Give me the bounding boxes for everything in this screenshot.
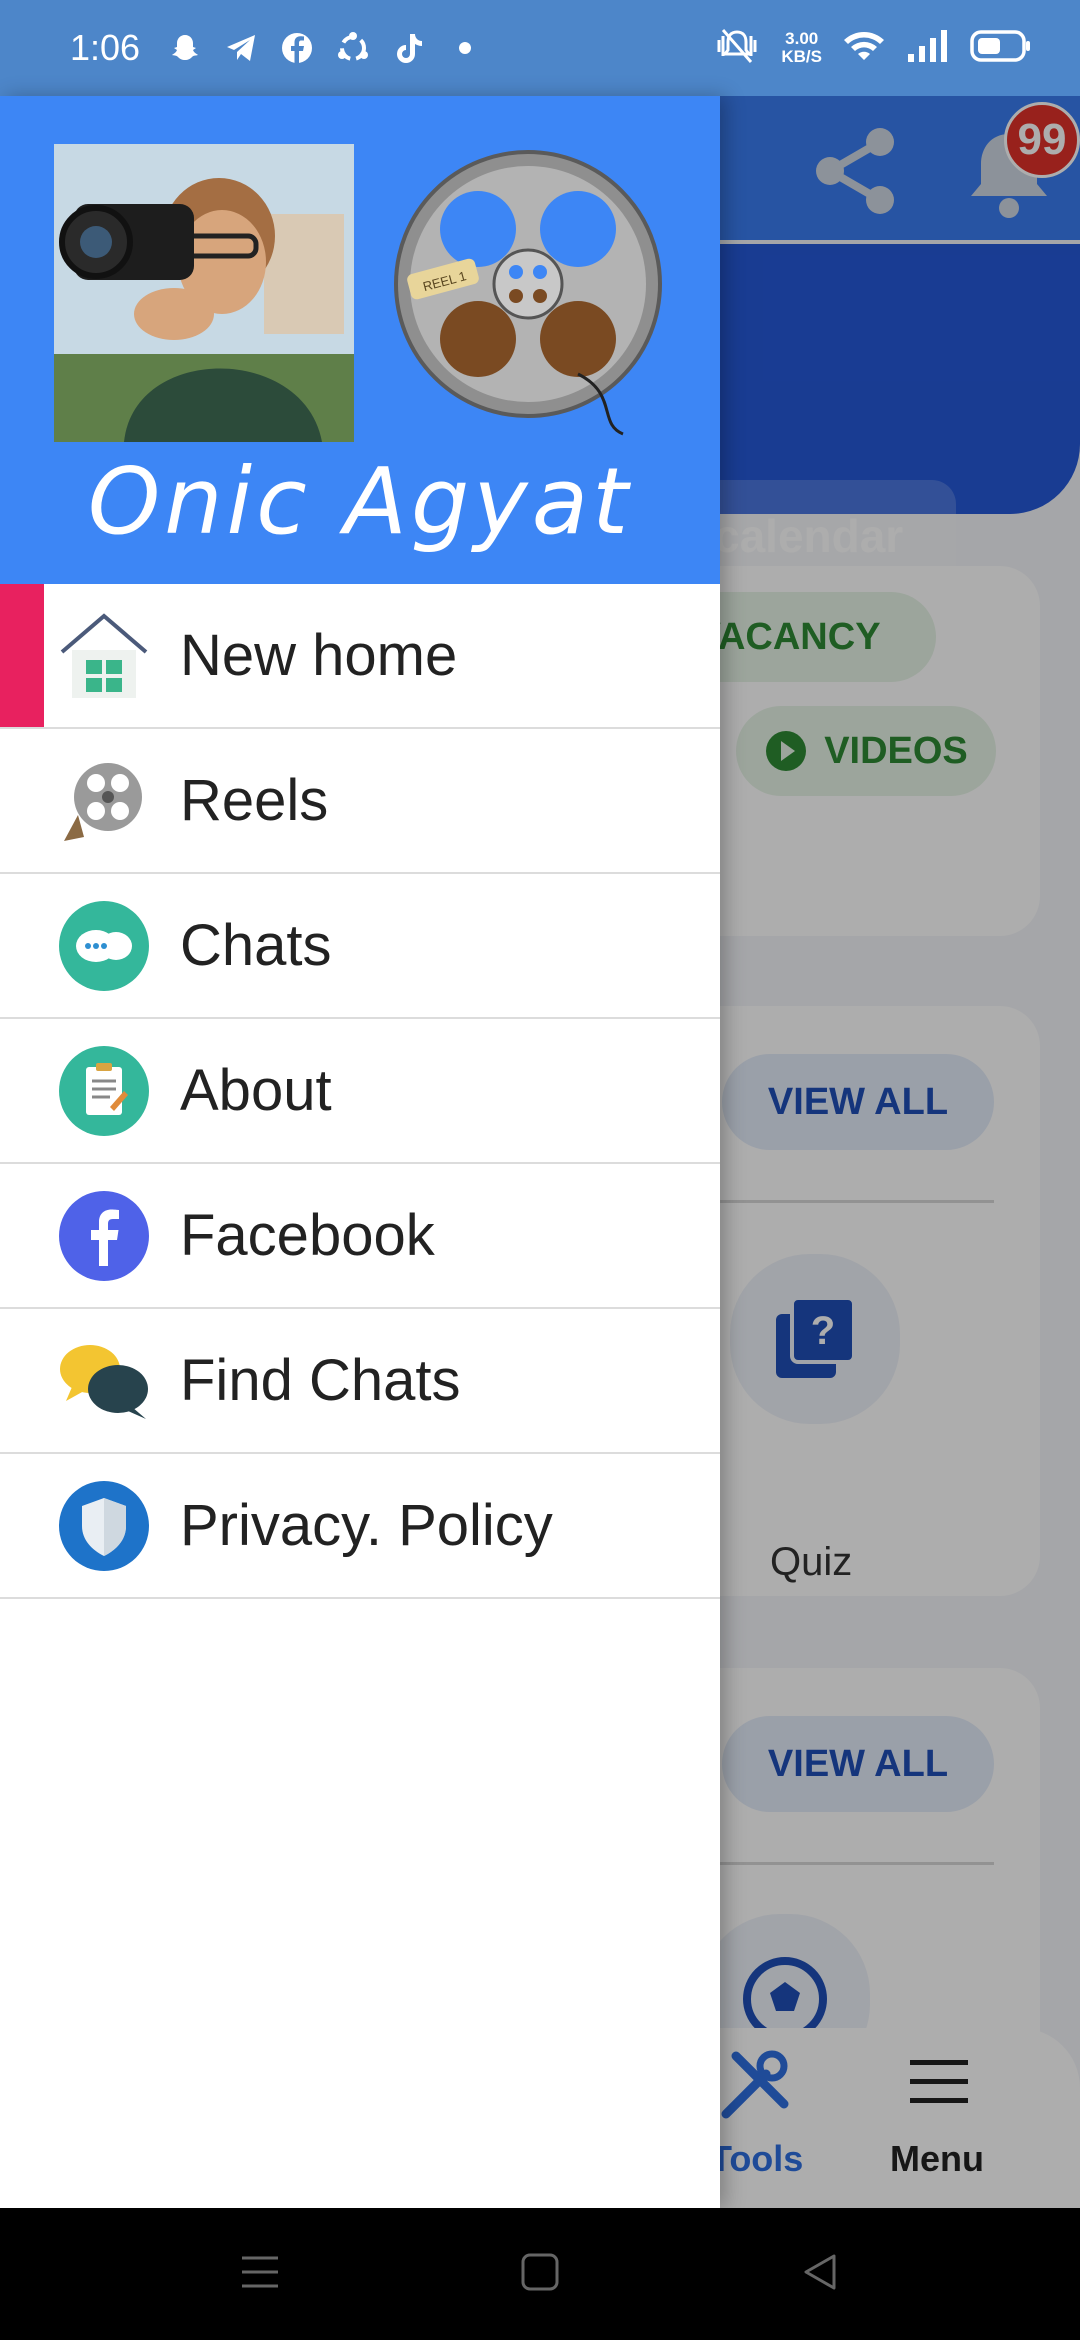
speech-bubbles-icon <box>58 1335 150 1427</box>
menu-item-find-chats[interactable]: Find Chats <box>0 1309 720 1454</box>
wifi-icon <box>842 28 886 69</box>
net-speed: 3.00 KB/S <box>781 30 822 66</box>
menu-label-find-chats: Find Chats <box>180 1348 461 1413</box>
home-icon <box>58 610 150 702</box>
drawer-header: REEL 1 Onic Agyat <box>0 96 720 584</box>
facebook-icon <box>58 1190 150 1282</box>
menu-item-about[interactable]: About <box>0 1019 720 1164</box>
menu-item-privacy-policy[interactable]: Privacy. Policy <box>0 1454 720 1599</box>
tiktok-icon <box>392 31 426 65</box>
status-bar: 1:06 3.00 KB/S <box>0 0 1080 96</box>
menu-label-reels: Reels <box>180 768 329 833</box>
menu-label-about: About <box>180 1058 332 1123</box>
menu-label-privacy-policy: Privacy. Policy <box>180 1493 553 1558</box>
film-reel-logo: REEL 1 <box>388 144 678 444</box>
film-reel-icon <box>58 755 150 847</box>
snapchat-icon <box>168 31 202 65</box>
menu-item-facebook[interactable]: Facebook <box>0 1164 720 1309</box>
chat-bubbles-icon <box>58 900 150 992</box>
menu-item-reels[interactable]: Reels <box>0 729 720 874</box>
facebook-icon <box>280 31 314 65</box>
menu-label-chats: Chats <box>180 913 332 978</box>
drawer-title: Onic Agyat <box>87 448 633 555</box>
shield-icon <box>58 1480 150 1572</box>
net-speed-unit: KB/S <box>781 47 822 66</box>
status-time: 1:06 <box>70 27 141 68</box>
menu-item-new-home[interactable]: New home <box>0 584 720 729</box>
status-app-icons <box>168 31 482 65</box>
status-indicators: 3.00 KB/S <box>713 26 1032 71</box>
net-speed-value: 3.00 <box>785 29 819 48</box>
navigation-drawer: REEL 1 Onic Agyat New home Reels Chats A… <box>0 96 720 2208</box>
back-icon[interactable] <box>800 2252 840 2297</box>
telegram-icon <box>224 31 258 65</box>
dot-icon <box>448 31 482 65</box>
menu-label-facebook: Facebook <box>180 1203 435 1268</box>
battery-icon <box>970 29 1032 68</box>
clipboard-icon <box>58 1045 150 1137</box>
home-button-icon[interactable] <box>520 2252 560 2297</box>
menu-item-chats[interactable]: Chats <box>0 874 720 1019</box>
system-nav-bar <box>0 2208 1080 2340</box>
drawer-menu: New home Reels Chats About Facebook Find… <box>0 584 720 1599</box>
profile-photo <box>54 144 354 442</box>
sync-icon <box>336 31 370 65</box>
recents-icon[interactable] <box>240 2254 280 2295</box>
signal-icon <box>906 28 950 69</box>
menu-label-new-home: New home <box>180 623 458 688</box>
vibrate-mute-icon <box>713 26 761 71</box>
